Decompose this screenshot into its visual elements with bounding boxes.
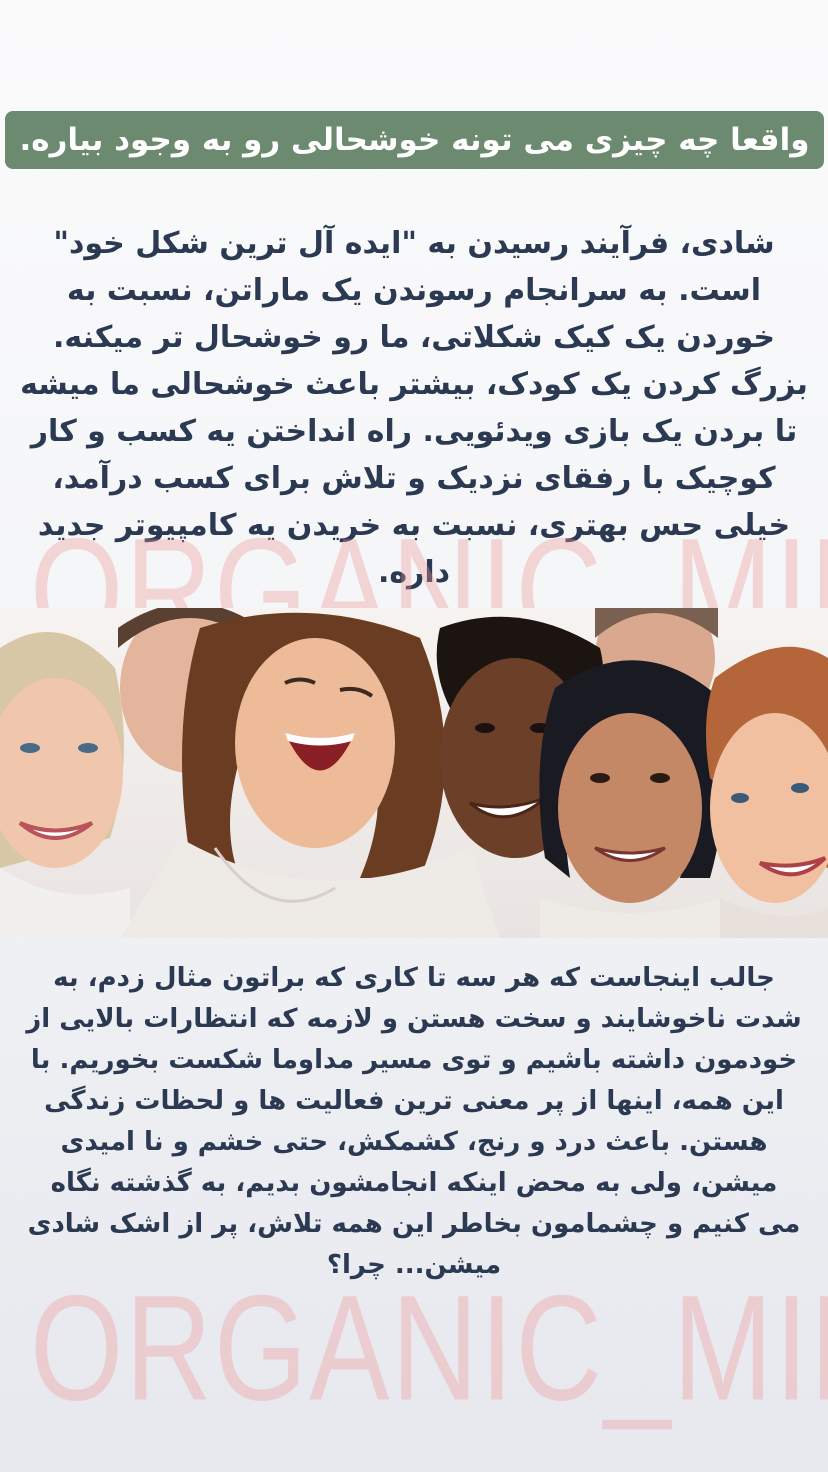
story-title: واقعا چه چیزی می تونه خوشحالی رو به وجود… [19,122,810,158]
group-photo-illustration [0,608,828,938]
story-page: واقعا چه چیزی می تونه خوشحالی رو به وجود… [0,0,828,1472]
paragraph-intro: شادی، فرآیند رسیدن به "ایده آل ترین شکل … [20,226,808,590]
paragraph-reflection: جالب اینجاست که هر سه تا کاری که براتون … [26,963,802,1280]
title-banner: واقعا چه چیزی می تونه خوشحالی رو به وجود… [5,111,824,169]
group-photo [0,608,828,938]
watermark-bottom: ORGANIC_MINDED [30,1264,828,1433]
